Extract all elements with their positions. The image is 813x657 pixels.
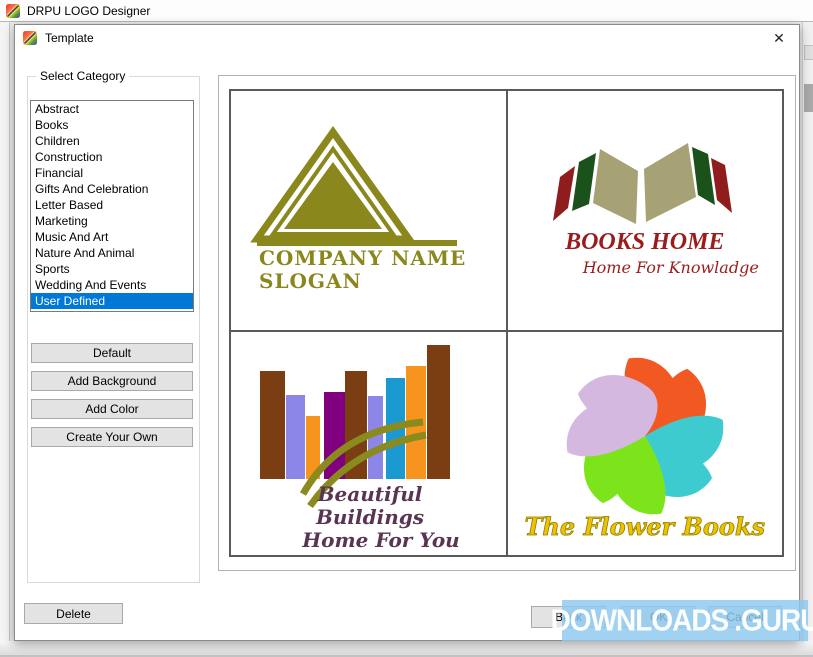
- books-home-tagline: Home For Knowladge: [534, 258, 783, 277]
- template-grid: COMPANY NAME SLOGAN BOOKS HOME Home For …: [229, 89, 784, 557]
- category-option-children[interactable]: Children: [31, 133, 193, 149]
- dialog-title: Template: [45, 31, 94, 45]
- window-scrollbar[interactable]: [802, 22, 813, 642]
- buildings-logo-text: Beautiful Buildings Home For You: [261, 483, 479, 552]
- template-dialog: Template ✕ Select Category Abstract Book…: [14, 24, 800, 641]
- category-option-marketing[interactable]: Marketing: [31, 213, 193, 229]
- app-titlebar: DRPU LOGO Designer: [0, 0, 813, 22]
- scrollbar-thumb[interactable]: [804, 84, 813, 112]
- open-book-graphic: [508, 91, 780, 330]
- template-card-flower-books[interactable]: The Flower Books: [508, 332, 783, 555]
- create-your-own-button[interactable]: Create Your Own: [31, 427, 193, 447]
- close-icon[interactable]: ✕: [765, 27, 793, 49]
- delete-button[interactable]: Delete: [24, 603, 123, 624]
- template-card-beautiful-buildings[interactable]: Beautiful Buildings Home For You: [231, 332, 506, 555]
- add-background-button[interactable]: Add Background: [31, 371, 193, 391]
- company-slogan-line: SLOGAN: [259, 270, 466, 293]
- window-left-edge: [0, 22, 10, 655]
- buildings-tagline: Home For You: [261, 529, 479, 552]
- flower-books-title: The Flower Books: [508, 512, 783, 541]
- add-color-button[interactable]: Add Color: [31, 399, 193, 419]
- category-option-user-defined[interactable]: User Defined: [31, 293, 193, 309]
- template-card-company-triangle[interactable]: COMPANY NAME SLOGAN: [231, 91, 506, 330]
- ok-button[interactable]: OK: [621, 606, 696, 628]
- category-option-abstract[interactable]: Abstract: [31, 101, 193, 117]
- company-logo-text: COMPANY NAME SLOGAN: [259, 247, 466, 293]
- template-card-books-home[interactable]: BOOKS HOME Home For Knowladge: [508, 91, 783, 330]
- group-label: Select Category: [36, 69, 129, 83]
- category-option-music-art[interactable]: Music And Art: [31, 229, 193, 245]
- triangle-logo-graphic: [231, 91, 506, 330]
- category-option-nature-animal[interactable]: Nature And Animal: [31, 245, 193, 261]
- default-button[interactable]: Default: [31, 343, 193, 363]
- app-logo-icon: [6, 4, 20, 18]
- back-button[interactable]: Back: [531, 606, 606, 628]
- dialog-titlebar: Template ✕: [15, 25, 799, 51]
- category-option-construction[interactable]: Construction: [31, 149, 193, 165]
- template-preview-panel: COMPANY NAME SLOGAN BOOKS HOME Home For …: [218, 75, 796, 571]
- category-option-sports[interactable]: Sports: [31, 261, 193, 277]
- scrollbar-button[interactable]: [804, 45, 813, 60]
- buildings-title: Beautiful Buildings: [261, 483, 479, 529]
- cancel-button[interactable]: Cancel: [708, 606, 782, 628]
- category-option-letter-based[interactable]: Letter Based: [31, 197, 193, 213]
- category-listbox[interactable]: Abstract Books Children Construction Fin…: [30, 100, 194, 312]
- window-title: DRPU LOGO Designer: [27, 4, 150, 18]
- category-option-gifts[interactable]: Gifts And Celebration: [31, 181, 193, 197]
- category-option-books[interactable]: Books: [31, 117, 193, 133]
- category-option-financial[interactable]: Financial: [31, 165, 193, 181]
- company-name-line: COMPANY NAME: [259, 247, 466, 270]
- books-home-title: BOOKS HOME: [508, 229, 783, 256]
- dialog-logo-icon: [23, 31, 37, 45]
- category-option-wedding-events[interactable]: Wedding And Events: [31, 277, 193, 293]
